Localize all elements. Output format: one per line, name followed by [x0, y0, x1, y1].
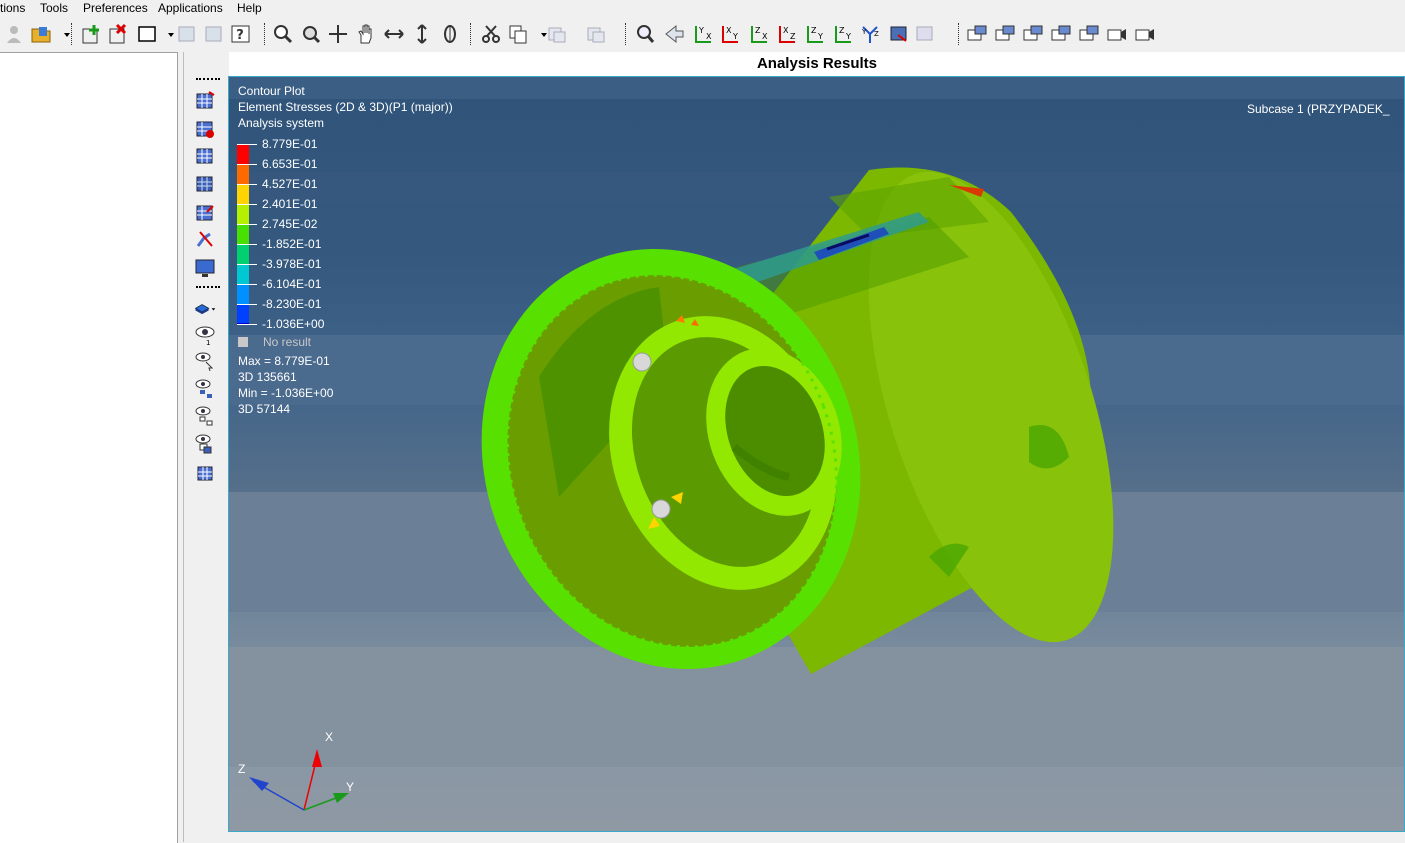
view-xz-icon[interactable]: XZ: [776, 23, 798, 45]
tensor-plot-icon[interactable]: [194, 202, 216, 224]
svg-text:Y: Y: [845, 32, 851, 41]
camera-2-icon[interactable]: [994, 23, 1016, 45]
cylinder-model[interactable]: [423, 143, 1162, 723]
contour-red-icon[interactable]: [194, 118, 216, 140]
paste-icon: [546, 23, 568, 45]
show-icon[interactable]: 1: [194, 324, 216, 346]
view-xy-bottom-icon[interactable]: XY: [719, 23, 741, 45]
panel-splitter[interactable]: [183, 52, 184, 842]
contour-mesh-icon[interactable]: [194, 90, 216, 112]
camera-1-icon[interactable]: [966, 23, 988, 45]
copy-icon[interactable]: [507, 23, 529, 45]
cut-icon[interactable]: [480, 23, 502, 45]
svg-text:Z: Z: [755, 26, 761, 35]
show-selected-icon[interactable]: [194, 351, 216, 373]
svg-text:X: X: [762, 32, 768, 41]
svg-text:Y: Y: [817, 32, 823, 41]
video-camera-1-icon[interactable]: [1106, 23, 1128, 45]
triad-z-label: Z: [238, 762, 246, 776]
toolbar-separator: [264, 23, 266, 45]
find-icon[interactable]: [634, 23, 656, 45]
add-entity-icon[interactable]: [81, 23, 103, 45]
view-zx-icon[interactable]: ZX: [748, 23, 770, 45]
camera-5-icon[interactable]: [1078, 23, 1100, 45]
dropdown-arrow-icon[interactable]: [533, 23, 547, 45]
svg-text:Z: Z: [839, 26, 845, 35]
svg-text:Y: Y: [732, 32, 738, 41]
show-tree-icon[interactable]: [194, 378, 216, 400]
show-copy-icon[interactable]: [194, 433, 216, 455]
user-icon[interactable]: [3, 23, 25, 45]
model-browser-panel[interactable]: [0, 52, 178, 843]
vertical-move-icon[interactable]: [411, 23, 433, 45]
view-yz-icon[interactable]: ZY: [832, 23, 854, 45]
video-camera-2-icon[interactable]: [1134, 23, 1156, 45]
zoom-window-icon[interactable]: [272, 23, 294, 45]
toolbar-separator: [470, 23, 472, 45]
help-icon[interactable]: ?: [230, 23, 252, 45]
zoom-fit-icon[interactable]: [300, 23, 322, 45]
svg-text:Z: Z: [874, 30, 879, 38]
previous-view-icon[interactable]: [663, 23, 685, 45]
show-hierarchy-icon[interactable]: [194, 405, 216, 427]
display-mode-icon[interactable]: [194, 298, 224, 320]
triad-x-label: X: [325, 730, 334, 744]
menu-options[interactable]: tions: [0, 1, 25, 15]
delete-entity-icon[interactable]: [108, 23, 130, 45]
svg-text:Z: Z: [811, 26, 817, 35]
bottom-toolbar[interactable]: [184, 832, 1405, 842]
rotate-icon[interactable]: [439, 23, 461, 45]
select-box-icon[interactable]: [136, 23, 158, 45]
toolbar-separator: [71, 23, 73, 45]
toolbar-grip[interactable]: [196, 78, 220, 80]
mesh-layer-icon[interactable]: [194, 462, 216, 484]
svg-text:Z: Z: [790, 32, 796, 41]
view-zy-icon[interactable]: ZY: [804, 23, 826, 45]
camera-3-icon[interactable]: [1022, 23, 1044, 45]
main-toolbar: ? YX XY ZX XZ ZY ZY YZ: [0, 17, 1405, 51]
page-title-bar: Analysis Results: [229, 52, 1405, 76]
menu-tools[interactable]: Tools: [40, 1, 68, 15]
menu-applications[interactable]: Applications: [158, 1, 223, 15]
svg-text:Y: Y: [698, 26, 704, 35]
mask-icon: [203, 23, 225, 45]
deform-shape-icon[interactable]: [194, 228, 216, 250]
view-saved-icon[interactable]: [888, 23, 910, 45]
camera-4-icon[interactable]: [1050, 23, 1072, 45]
paste-special-icon: [585, 23, 607, 45]
hand-pan-icon[interactable]: [355, 23, 377, 45]
svg-text:X: X: [726, 26, 732, 35]
svg-text:Y: Y: [861, 28, 867, 36]
page-title: Analysis Results: [756, 55, 878, 72]
visualization-toolbar: 1: [188, 72, 228, 492]
svg-text:1: 1: [206, 339, 210, 346]
dropdown-arrow-icon[interactable]: [56, 23, 70, 45]
menu-bar: tions Tools Preferences Applications Hel…: [0, 0, 1405, 17]
svg-text:X: X: [783, 26, 789, 35]
open-model-icon[interactable]: [30, 23, 52, 45]
pan-cross-icon[interactable]: [327, 23, 349, 45]
view-manager-icon: [914, 23, 936, 45]
menu-help[interactable]: Help: [237, 1, 262, 15]
view-xy-top-icon[interactable]: YX: [692, 23, 714, 45]
axis-triad: [249, 749, 349, 811]
reject-icon: [176, 23, 198, 45]
graphics-viewport[interactable]: Contour Plot Element Stresses (2D & 3D)(…: [228, 76, 1405, 832]
toolbar-separator: [625, 23, 627, 45]
x-axis-arrow: [312, 749, 322, 767]
monitor-icon[interactable]: [194, 257, 216, 279]
view-isometric-icon[interactable]: YZ: [859, 23, 881, 45]
mesh-grid-icon[interactable]: [194, 173, 216, 195]
toolbar-grip[interactable]: [196, 286, 220, 288]
model-render[interactable]: [229, 77, 1405, 832]
horizontal-move-icon[interactable]: [383, 23, 405, 45]
dropdown-arrow-icon[interactable]: [160, 23, 174, 45]
svg-text:X: X: [706, 32, 712, 41]
triad-y-label: Y: [346, 780, 355, 794]
mesh-blue-icon[interactable]: [194, 145, 216, 167]
menu-preferences[interactable]: Preferences: [83, 1, 148, 15]
svg-text:?: ?: [236, 28, 244, 43]
toolbar-separator: [958, 23, 960, 45]
